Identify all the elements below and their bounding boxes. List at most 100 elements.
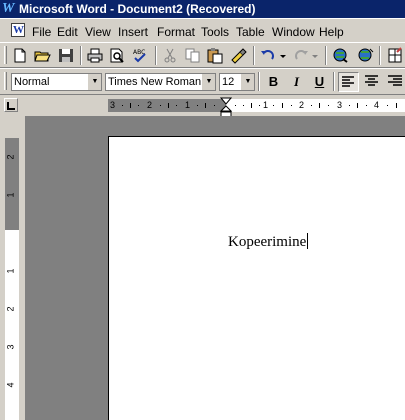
redo-button[interactable]: [291, 46, 311, 65]
document-icon[interactable]: W: [11, 23, 25, 37]
horizontal-ruler-area: 3 2 1 1 2 3 4: [0, 95, 405, 118]
save-disk-icon: [59, 49, 73, 62]
ruler-margin: [5, 138, 19, 230]
toolbar-separator: [333, 72, 335, 91]
toolbar-separator: [253, 46, 255, 65]
ruler-label: 3: [5, 344, 16, 350]
printer-icon: [87, 48, 103, 63]
insert-hyperlink-button[interactable]: [331, 46, 351, 65]
open-button[interactable]: [33, 46, 53, 65]
menu-help[interactable]: Help: [319, 25, 344, 39]
document-page[interactable]: Kopeerimine: [108, 136, 405, 420]
title-bar: W Microsoft Word - Document2 (Recovered): [0, 0, 405, 18]
menu-tools[interactable]: Tools: [201, 25, 229, 39]
horizontal-ruler[interactable]: 3 2 1 1 2 3 4: [108, 99, 405, 112]
font-size-dropdown[interactable]: 12 ▼: [219, 73, 255, 91]
word-app-icon[interactable]: W: [2, 1, 16, 16]
vertical-ruler[interactable]: 2 1 1 2 3 4: [5, 138, 19, 420]
chevron-down-icon: [280, 55, 286, 58]
document-text-content: Kopeerimine: [228, 234, 307, 250]
undo-dropdown[interactable]: [278, 46, 288, 65]
chevron-down-icon[interactable]: ▼: [202, 74, 215, 90]
toolbar-separator: [258, 72, 260, 91]
standard-toolbar: ABC: [0, 42, 405, 68]
ruler-label: 1: [185, 100, 191, 110]
toolbar-grip[interactable]: [4, 46, 7, 64]
font-size-value: 12: [222, 76, 235, 88]
menu-insert[interactable]: Insert: [118, 25, 148, 39]
ruler-label: 4: [374, 100, 380, 110]
table-border-icon: [388, 47, 402, 63]
ruler-margin: [108, 99, 226, 112]
toolbar-separator: [379, 46, 381, 65]
toolbar-grip[interactable]: [4, 72, 7, 90]
menu-edit[interactable]: Edit: [57, 25, 78, 39]
align-left-icon: [342, 76, 354, 87]
spelling-button[interactable]: ABC: [130, 46, 150, 65]
open-folder-icon: [34, 51, 51, 62]
menu-table[interactable]: Table: [236, 25, 265, 39]
ruler-label: 3: [110, 100, 116, 110]
window-title: Microsoft Word - Document2 (Recovered): [19, 2, 256, 16]
print-preview-icon: [110, 48, 124, 63]
paste-button[interactable]: [205, 46, 225, 65]
copy-icon: [185, 48, 200, 63]
ruler-label: 2: [299, 100, 305, 110]
menu-window[interactable]: Window: [272, 25, 315, 39]
spell-check-icon: ABC: [133, 49, 146, 63]
format-painter-icon: [231, 48, 247, 64]
toolbar-separator: [80, 46, 82, 65]
redo-icon: [295, 50, 308, 60]
menu-file[interactable]: File: [32, 25, 51, 39]
menu-view[interactable]: View: [85, 25, 111, 39]
format-painter-button[interactable]: [228, 46, 248, 65]
redo-dropdown[interactable]: [310, 46, 320, 65]
print-button[interactable]: [85, 46, 105, 65]
left-tab-icon: [7, 102, 15, 110]
formatting-toolbar: Normal ▼ Times New Roman ▼ 12 ▼ B I U: [0, 68, 405, 95]
ruler-label: 1: [263, 100, 269, 110]
ruler-label: 2: [5, 154, 16, 160]
save-button[interactable]: [56, 46, 76, 65]
ruler-label: 2: [147, 100, 153, 110]
menu-format[interactable]: Format: [157, 25, 195, 39]
text-caret: [307, 233, 309, 249]
menu-bar: W File Edit View Insert Format Tools Tab…: [0, 18, 405, 43]
ruler-label: 1: [5, 268, 16, 274]
ruler-label: 2: [5, 306, 16, 312]
ruler-label: 1: [5, 192, 16, 198]
document-text[interactable]: Kopeerimine: [228, 233, 309, 251]
paste-clipboard-icon: [207, 48, 223, 64]
align-right-button[interactable]: [384, 72, 405, 92]
undo-button[interactable]: [258, 46, 278, 65]
globe-link-icon: [333, 48, 348, 63]
scissors-icon: [164, 48, 176, 63]
style-dropdown[interactable]: Normal ▼: [11, 73, 102, 91]
font-dropdown[interactable]: Times New Roman ▼: [105, 73, 216, 91]
chevron-down-icon[interactable]: ▼: [88, 74, 101, 90]
underline-button[interactable]: U: [309, 72, 330, 92]
web-globe-icon: [358, 48, 374, 62]
tables-borders-button[interactable]: [385, 46, 405, 65]
new-document-button[interactable]: [10, 46, 30, 65]
bold-button[interactable]: B: [263, 72, 284, 92]
style-value: Normal: [14, 76, 50, 88]
chevron-down-icon[interactable]: ▼: [241, 74, 254, 90]
undo-icon: [261, 50, 274, 60]
italic-button[interactable]: I: [286, 72, 307, 92]
chevron-down-icon: [312, 55, 318, 58]
toolbar-separator: [325, 46, 327, 65]
web-toolbar-button[interactable]: [355, 46, 375, 65]
align-left-button[interactable]: [338, 72, 359, 92]
ruler-label: 4: [5, 382, 16, 388]
tab-selector[interactable]: [4, 98, 18, 112]
cut-button[interactable]: [160, 46, 180, 65]
print-preview-button[interactable]: [107, 46, 127, 65]
copy-button[interactable]: [183, 46, 203, 65]
align-center-button[interactable]: [361, 72, 382, 92]
align-center-icon: [365, 75, 378, 86]
toolbar-separator: [155, 46, 157, 65]
align-right-icon: [388, 75, 402, 86]
ruler-label: 3: [337, 100, 343, 110]
new-document-icon: [14, 48, 26, 63]
